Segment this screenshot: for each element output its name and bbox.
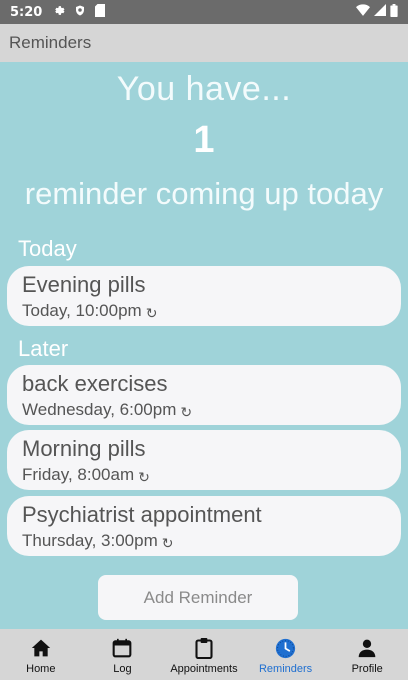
status-bar: 5:20 (0, 0, 408, 24)
reminder-card[interactable]: back exercises Wednesday, 6:00pm ↻ (7, 365, 401, 425)
bottom-nav: Home Log Appointments Reminders Profile (0, 629, 408, 680)
clipboard-icon (194, 637, 214, 659)
reminder-time: Wednesday, 6:00pm (22, 400, 177, 419)
reminder-name: Psychiatrist appointment (22, 502, 262, 527)
shield-icon (74, 4, 86, 21)
signal-icon (374, 4, 386, 20)
reminder-card[interactable]: Psychiatrist appointment Thursday, 3:00p… (7, 496, 401, 556)
reminder-card[interactable]: Evening pills Today, 10:00pm ↻ (7, 266, 401, 326)
reminder-time: Thursday, 3:00pm (22, 531, 158, 550)
settings-gear-icon (52, 4, 65, 21)
nav-item-log[interactable]: Log (82, 629, 164, 680)
home-icon (31, 637, 51, 659)
repeat-icon: ↻ (161, 535, 174, 551)
reminder-count: 1 (193, 119, 215, 161)
reminder-name: back exercises (22, 371, 168, 396)
sd-card-icon (95, 3, 106, 21)
reminder-card[interactable]: Morning pills Friday, 8:00am ↻ (7, 430, 401, 490)
nav-label: Reminders (258, 663, 313, 675)
reminder-name: Evening pills (22, 272, 146, 297)
clock-icon (275, 637, 296, 659)
nav-item-profile[interactable]: Profile (326, 629, 408, 680)
add-reminder-button[interactable]: Add Reminder (98, 575, 298, 620)
repeat-icon: ↻ (145, 305, 158, 321)
reminder-time: Friday, 8:00am (22, 465, 135, 484)
nav-item-home[interactable]: Home (0, 629, 82, 680)
app-bar: Reminders (0, 24, 408, 62)
summary-intro: You have... (116, 70, 292, 108)
calendar-icon (112, 637, 132, 659)
person-icon (357, 637, 377, 659)
section-today-label: Today (18, 236, 77, 261)
repeat-icon: ↻ (180, 404, 193, 420)
nav-label: Log (113, 663, 132, 675)
reminder-time: Today, 10:00pm (22, 301, 142, 320)
reminder-summary: You have... 1 reminder coming up today (0, 66, 408, 214)
section-later-label: Later (18, 336, 69, 361)
reminder-name: Morning pills (22, 436, 146, 461)
nav-item-appointments[interactable]: Appointments (163, 629, 245, 680)
summary-text: reminder coming up today (24, 176, 384, 211)
nav-label: Profile (351, 663, 383, 675)
status-time: 5:20 (10, 4, 43, 20)
nav-item-reminders[interactable]: Reminders (245, 629, 327, 680)
page-title: Reminders (9, 33, 92, 52)
nav-label: Home (26, 663, 56, 675)
battery-icon (390, 3, 398, 21)
nav-label: Appointments (170, 663, 238, 675)
repeat-icon: ↻ (138, 469, 150, 485)
wifi-icon (356, 4, 370, 20)
